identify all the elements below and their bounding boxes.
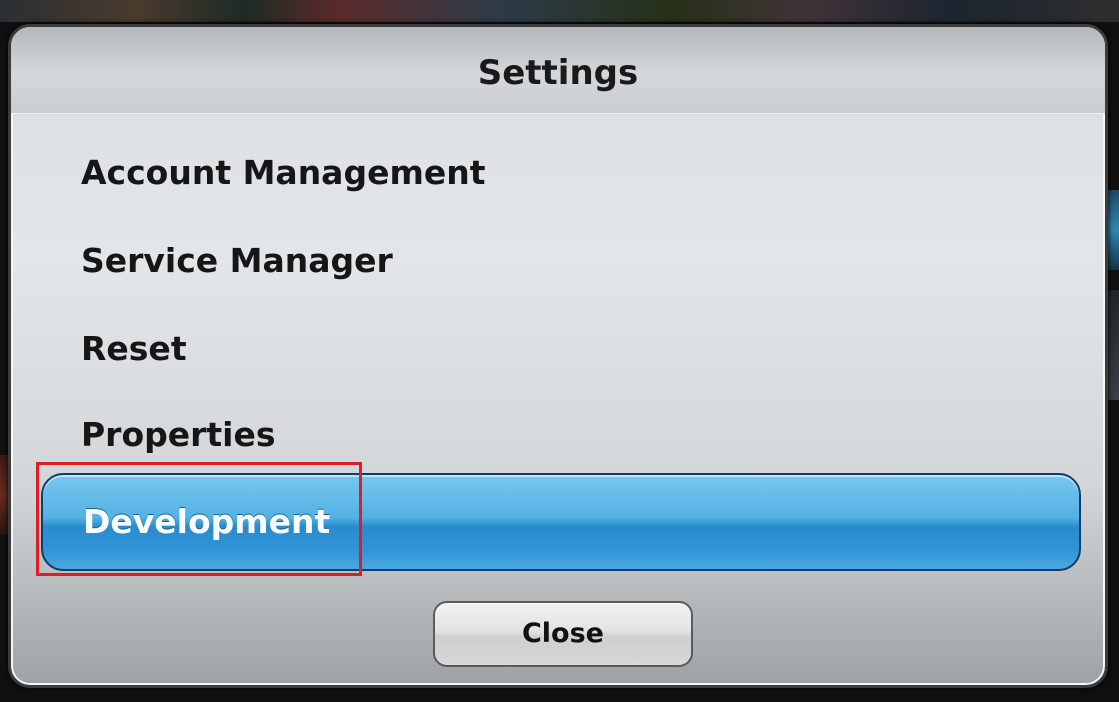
dialog-title: Settings bbox=[477, 53, 639, 93]
settings-dialog: Settings Account Management Service Mana… bbox=[8, 24, 1108, 688]
menu-item-service-manager[interactable]: Service Manager bbox=[81, 231, 393, 291]
close-button[interactable]: Close bbox=[433, 601, 693, 667]
menu-item-account-management[interactable]: Account Management bbox=[81, 143, 486, 203]
menu-item-reset[interactable]: Reset bbox=[81, 319, 187, 379]
background-thumbnails-strip bbox=[0, 0, 1119, 22]
menu-item-development[interactable]: Development bbox=[41, 473, 1081, 571]
menu-item-properties[interactable]: Properties bbox=[81, 405, 276, 465]
menu-item-development-label: Development bbox=[83, 502, 331, 541]
